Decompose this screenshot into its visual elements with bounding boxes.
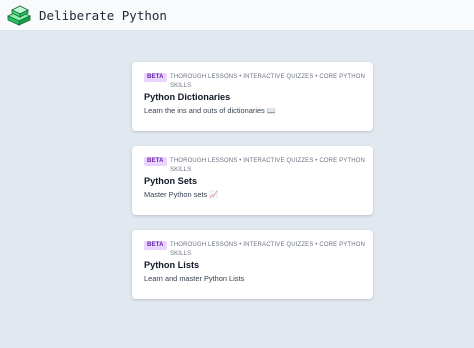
course-card-dictionaries[interactable]: BETA THOROUGH LESSONS • INTERACTIVE QUIZ… <box>132 62 373 131</box>
top-header: Deliberate Python <box>0 0 474 31</box>
site-title[interactable]: Deliberate Python <box>39 8 167 23</box>
course-description-text: Master Python sets <box>144 190 208 199</box>
course-features: THOROUGH LESSONS • INTERACTIVE QUIZZES •… <box>170 158 366 173</box>
course-description-text: Learn the ins and outs of dictionaries <box>144 106 265 115</box>
course-features: THOROUGH LESSONS • INTERACTIVE QUIZZES •… <box>170 242 366 257</box>
course-features: THOROUGH LESSONS • INTERACTIVE QUIZZES •… <box>170 74 366 89</box>
course-title[interactable]: Python Dictionaries <box>144 92 230 102</box>
course-description-text: Learn and master Python Lists <box>144 274 245 283</box>
course-title[interactable]: Python Sets <box>144 176 197 186</box>
course-description: Learn and master Python Lists <box>144 274 244 283</box>
green-blocks-logo-icon[interactable] <box>6 3 32 27</box>
course-description: Master Python sets 📈 <box>144 190 219 199</box>
chart-increasing-icon: 📈 <box>209 190 219 199</box>
book-icon: 📖 <box>266 106 277 115</box>
course-card-lists[interactable]: BETA THOROUGH LESSONS • INTERACTIVE QUIZ… <box>132 230 373 299</box>
course-title[interactable]: Python Lists <box>144 260 199 270</box>
course-card-sets[interactable]: BETA THOROUGH LESSONS • INTERACTIVE QUIZ… <box>132 146 373 215</box>
beta-badge: BETA <box>144 157 167 166</box>
course-description: Learn the ins and outs of dictionaries 📖 <box>144 106 276 115</box>
beta-badge: BETA <box>144 241 167 250</box>
beta-badge: BETA <box>144 73 167 82</box>
